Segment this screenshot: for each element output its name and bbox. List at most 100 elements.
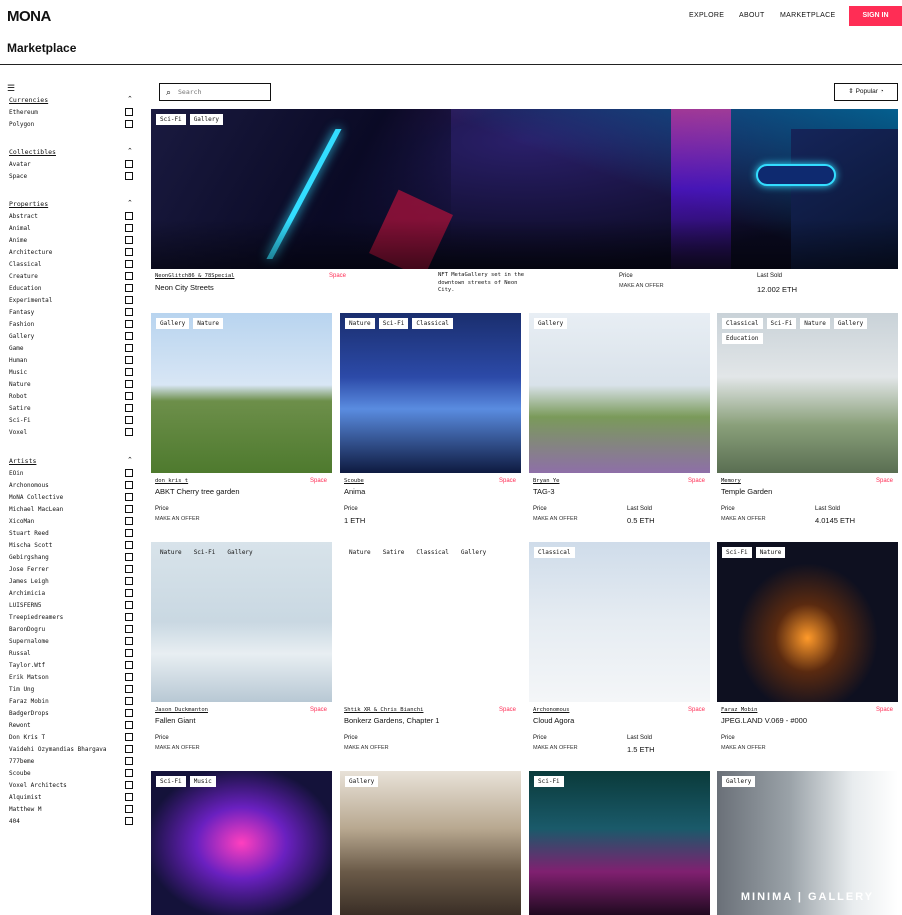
filter-checkbox[interactable] (125, 481, 133, 489)
tag[interactable]: Sci-Fi (722, 547, 752, 558)
card-thumbnail[interactable]: Gallery (340, 771, 521, 915)
tag[interactable]: Sci-Fi (378, 318, 409, 329)
filter-row[interactable]: Human (9, 356, 134, 366)
filter-checkbox[interactable] (125, 272, 133, 280)
tag[interactable]: Sci-Fi (156, 114, 186, 125)
card-author[interactable]: Archonomous (533, 707, 569, 713)
featured-thumbnail[interactable]: Sci-Fi Gallery (151, 109, 898, 269)
card-thumbnail[interactable]: Sci-Fi Nature (717, 542, 898, 702)
filter-row[interactable]: Gebirgshang (9, 553, 134, 563)
filter-row[interactable]: Avatar (9, 160, 134, 170)
filter-checkbox[interactable] (125, 553, 133, 561)
card-title[interactable]: Cloud Agora (533, 716, 574, 725)
filter-checkbox[interactable] (125, 392, 133, 400)
tag[interactable]: Classical (534, 547, 575, 558)
filter-checkbox[interactable] (125, 493, 133, 501)
filter-row[interactable]: Mischa Scott (9, 541, 134, 551)
filter-row[interactable]: Ethereum (9, 108, 134, 118)
filter-row[interactable]: James Leigh (9, 577, 134, 587)
card-thumbnail[interactable]: Nature Sci-Fi Gallery (151, 542, 332, 702)
section-title-artists[interactable]: Artists (9, 457, 36, 465)
filter-checkbox[interactable] (125, 817, 133, 825)
section-title-currencies[interactable]: Currencies (9, 96, 48, 104)
filter-checkbox[interactable] (125, 649, 133, 657)
section-title-properties[interactable]: Properties (9, 200, 48, 208)
filter-row[interactable]: Music (9, 368, 134, 378)
search-input[interactable] (178, 86, 266, 98)
filter-checkbox[interactable] (125, 577, 133, 585)
filter-checkbox[interactable] (125, 368, 133, 376)
filter-checkbox[interactable] (125, 793, 133, 801)
tag[interactable]: Satire (379, 547, 409, 558)
tag[interactable]: Classical (412, 547, 453, 558)
card-thumbnail[interactable]: Gallery MINIMA | GALLERY (717, 771, 898, 915)
filter-checkbox[interactable] (125, 236, 133, 244)
filter-row[interactable]: Tim Ung (9, 685, 134, 695)
filter-row[interactable]: Robot (9, 392, 134, 402)
filter-row[interactable]: Rewont (9, 721, 134, 731)
tag[interactable]: Gallery (345, 776, 379, 787)
card-thumbnail[interactable]: Nature Sci-Fi Classical (340, 313, 521, 473)
filter-row[interactable]: 404 (9, 817, 134, 827)
filter-checkbox[interactable] (125, 673, 133, 681)
filter-checkbox[interactable] (125, 248, 133, 256)
filter-checkbox[interactable] (125, 224, 133, 232)
filter-checkbox[interactable] (125, 356, 133, 364)
card-title[interactable]: Bonkerz Gardens, Chapter 1 (344, 716, 439, 725)
card-thumbnail[interactable]: Nature Satire Classical Gallery (340, 542, 521, 702)
tag[interactable]: Nature (156, 547, 186, 558)
filter-checkbox[interactable] (125, 805, 133, 813)
filter-row[interactable]: BadgerDrops (9, 709, 134, 719)
filter-row[interactable]: XicoMan (9, 517, 134, 527)
filter-row[interactable]: Voxel Architects (9, 781, 134, 791)
logo[interactable]: MONA (7, 8, 51, 25)
filter-checkbox[interactable] (125, 469, 133, 477)
filter-checkbox[interactable] (125, 296, 133, 304)
card-thumbnail[interactable]: Sci-Fi Music (151, 771, 332, 915)
filter-row[interactable]: Don Kris T (9, 733, 134, 743)
filter-row[interactable]: Gallery (9, 332, 134, 342)
tag[interactable]: Nature (755, 547, 786, 558)
tag[interactable]: Nature (345, 318, 375, 329)
tag[interactable]: Nature (345, 547, 375, 558)
sign-in-button[interactable]: SIGN IN (849, 6, 902, 26)
filter-checkbox[interactable] (125, 332, 133, 340)
tag[interactable]: Sci-Fi (766, 318, 797, 329)
filter-checkbox[interactable] (125, 308, 133, 316)
filter-row[interactable]: Matthew M (9, 805, 134, 815)
filter-row[interactable]: Archonomous (9, 481, 134, 491)
filter-checkbox[interactable] (125, 344, 133, 352)
card-author[interactable]: Jason Duckmanton (155, 707, 208, 713)
tag[interactable]: Nature (800, 318, 830, 329)
filter-row[interactable]: Anime (9, 236, 134, 246)
card-thumbnail[interactable]: Sci-Fi (529, 771, 710, 915)
filter-checkbox[interactable] (125, 697, 133, 705)
card-title[interactable]: Temple Garden (721, 487, 772, 496)
filter-row[interactable]: Stuart Reed (9, 529, 134, 539)
card-title[interactable]: Fallen Giant (155, 716, 195, 725)
filter-row[interactable]: EOin (9, 469, 134, 479)
filter-row[interactable]: BaronDogru (9, 625, 134, 635)
filter-row[interactable]: Supernalome (9, 637, 134, 647)
card-title[interactable]: Anima (344, 487, 365, 496)
filter-checkbox[interactable] (125, 260, 133, 268)
filter-row[interactable]: Sci-Fi (9, 416, 134, 426)
filter-checkbox[interactable] (125, 428, 133, 436)
card-author[interactable]: Faraz Mobin (721, 707, 757, 713)
filter-row[interactable]: Satire (9, 404, 134, 414)
filter-row[interactable]: Alquimist (9, 793, 134, 803)
filter-checkbox[interactable] (125, 757, 133, 765)
filter-row[interactable]: 777beme (9, 757, 134, 767)
tag[interactable]: Gallery (156, 318, 190, 329)
filter-checkbox[interactable] (125, 160, 133, 168)
tag[interactable]: Sci-Fi (156, 776, 186, 787)
filter-checkbox[interactable] (125, 589, 133, 597)
filter-checkbox[interactable] (125, 541, 133, 549)
section-title-collectibles[interactable]: Collectibles (9, 148, 56, 156)
card-author[interactable]: Memory (721, 478, 741, 484)
filter-row[interactable]: Vaidehi Ozymandias Bhargava (9, 745, 134, 755)
filter-checkbox[interactable] (125, 320, 133, 328)
filter-checkbox[interactable] (125, 120, 133, 128)
filter-checkbox[interactable] (125, 685, 133, 693)
filter-row[interactable]: Nature (9, 380, 134, 390)
